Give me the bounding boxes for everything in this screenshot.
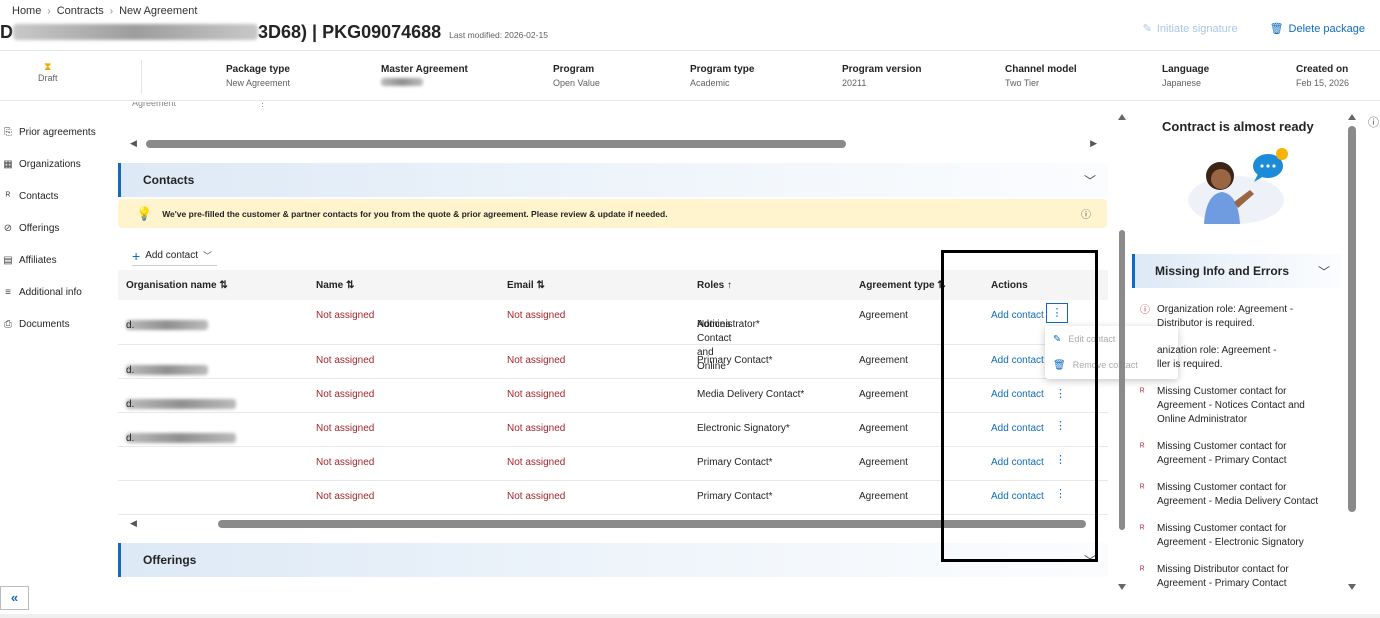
divider xyxy=(0,50,1380,51)
section-nav: ⎘ Prior agreements ▦ Organizations ᴿ Contac… xyxy=(0,116,110,340)
people-icon: ᴿ xyxy=(5,190,11,202)
nav-offerings[interactable]: ⊘ Offerings xyxy=(0,212,110,244)
affiliates-icon: ▤ xyxy=(3,254,13,266)
nav-organizations[interactable]: ▦ Organizations xyxy=(0,148,110,180)
missing-contact-icon: ᴿ xyxy=(1140,442,1145,453)
breadcrumb-home[interactable]: Home xyxy=(12,5,41,17)
offering-icon: ⊘ xyxy=(3,222,13,234)
package-info-bar: ⧗ Draft Package type New Agreement Master… xyxy=(0,52,1380,100)
history-icon: ⎘ xyxy=(4,126,12,138)
error-circle-icon: ⓘ xyxy=(1140,305,1150,316)
scroll-right-icon[interactable]: ▶ xyxy=(1090,138,1097,149)
redacted-org-name xyxy=(126,399,236,409)
support-agent-illustration xyxy=(1188,148,1288,224)
info-package-type: Package type New Agreement xyxy=(226,64,291,88)
header-actions: ✎ Initiate signature 🗑 Delete package xyxy=(1142,22,1365,36)
add-contact-button[interactable]: + Add contact ﹀ xyxy=(132,249,217,266)
panel-vertical-scrollbar[interactable] xyxy=(1346,112,1358,596)
nav-affiliates[interactable]: ▤ Affiliates xyxy=(0,244,110,276)
horizontal-scrollbar[interactable]: ◀ ▶ xyxy=(126,137,1101,151)
chevron-right-icon: › xyxy=(47,5,51,17)
info-channel-model: Channel model Two Tier xyxy=(1005,64,1077,88)
nav-documents[interactable]: ⎙ Documents xyxy=(0,308,110,340)
info-program: Program Open Value xyxy=(553,64,600,88)
info-program-type: Program type Academic xyxy=(690,64,755,88)
divider xyxy=(0,100,1380,101)
nav-contacts[interactable]: ᴿ Contacts xyxy=(0,180,110,212)
redacted-org-name xyxy=(126,365,208,375)
page-title-row: D 3D68) | PKG09074688 Last modified: 2026… xyxy=(0,22,548,43)
initiate-signature-button[interactable]: ✎ Initiate signature xyxy=(1142,22,1238,36)
error-item[interactable]: ᴿ Missing Customer contact for Agreement -… xyxy=(1140,385,1340,427)
missing-contact-icon: ᴿ xyxy=(1140,565,1145,576)
info-language: Language Japanese xyxy=(1162,64,1210,88)
redacted-customer-name xyxy=(13,24,258,40)
hourglass-icon: ⧗ xyxy=(43,61,52,73)
chevron-down-icon[interactable]: ﹀ xyxy=(1318,263,1330,280)
documents-icon: ⎙ xyxy=(4,318,12,330)
col-name[interactable]: Name ⇅ xyxy=(316,280,354,291)
contacts-section-header[interactable]: Contacts ﹀ xyxy=(118,163,1108,197)
redacted-master-agreement xyxy=(381,78,423,86)
trash-icon: 🗑 xyxy=(1269,23,1284,35)
status-badge: ⧗ Draft xyxy=(38,61,58,84)
info-program-version: Program version 20211 xyxy=(842,64,922,88)
vertical-scrollbar[interactable] xyxy=(1117,112,1127,594)
chevron-right-icon: › xyxy=(109,5,114,17)
last-modified: Last modified: 2026-02-15 xyxy=(449,30,548,40)
chevron-down-icon[interactable]: ﹀ xyxy=(1084,172,1096,189)
breadcrumb-contracts[interactable]: Contracts xyxy=(57,5,104,17)
chevron-down-icon: ﹀ xyxy=(203,251,213,261)
redacted-org-name xyxy=(126,320,208,330)
nav-additional-info[interactable]: ≡ Additional info xyxy=(0,276,110,308)
footer-bar xyxy=(0,614,1380,618)
delete-package-button[interactable]: 🗑 Delete package xyxy=(1269,22,1365,36)
error-item[interactable]: ⓘ Organization role: Agreement - Distribut… xyxy=(1140,303,1340,331)
page-title: D 3D68) | PKG09074688 xyxy=(0,22,442,42)
col-agreement-type[interactable]: Agreement type ⇅ xyxy=(859,280,946,291)
info-master-agreement: Master Agreement xyxy=(381,64,468,88)
prefill-info-banner: 💡 We've pre-filled the customer & partne… xyxy=(118,199,1107,228)
building-icon: ▦ xyxy=(3,158,13,170)
error-item[interactable]: ᴿ Missing Customer contact for Agreement -… xyxy=(1140,522,1340,550)
missing-contact-icon: ᴿ xyxy=(1140,483,1145,494)
error-item[interactable]: ᴿ Missing Customer contact for Agreement -… xyxy=(1140,481,1340,509)
ready-title: Contract is almost ready xyxy=(1162,119,1314,134)
col-roles[interactable]: Roles ↑ xyxy=(697,280,732,291)
breadcrumb-new-agreement: New Agreement xyxy=(119,5,198,17)
scroll-left-icon[interactable]: ◀ xyxy=(130,138,137,149)
signature-icon: ✎ xyxy=(1142,23,1152,35)
missing-contact-icon: ᴿ xyxy=(1140,524,1145,535)
divider xyxy=(141,60,142,94)
error-item[interactable]: ᴿ Missing Distributor contact for Agreemen… xyxy=(1140,563,1340,591)
redacted-org-name xyxy=(126,433,236,443)
info-icon[interactable]: ⓘ xyxy=(1368,114,1379,130)
list-icon: ≡ xyxy=(5,286,11,298)
lightbulb-icon: 💡 xyxy=(136,205,153,221)
previous-table-row-partial: Agreement ⋮ xyxy=(132,102,267,108)
collapse-nav-button[interactable]: « xyxy=(0,586,29,610)
highlight-box xyxy=(941,250,1098,562)
error-item[interactable]: ᴿ Missing Customer contact for Agreement -… xyxy=(1140,440,1340,468)
breadcrumb: Home › Contracts › New Agreement xyxy=(12,5,197,17)
plus-icon: + xyxy=(132,247,141,264)
info-icon[interactable]: ⓘ xyxy=(1081,206,1091,221)
scroll-left-icon[interactable]: ◀ xyxy=(130,518,137,529)
readiness-panel: Contract is almost ready Missing Info an… xyxy=(1132,108,1342,598)
nav-prior-agreements[interactable]: ⎘ Prior agreements xyxy=(0,116,110,148)
col-email[interactable]: Email ⇅ xyxy=(507,280,545,291)
info-created-on: Created on Feb 15, 2026 xyxy=(1296,64,1350,88)
missing-contact-icon: ᴿ xyxy=(1140,387,1145,398)
missing-info-header[interactable]: Missing Info and Errors ﹀ xyxy=(1132,254,1342,288)
col-organisation[interactable]: Organisation name ⇅ xyxy=(126,280,228,291)
error-item[interactable]: anization role: Agreement - ller is requi… xyxy=(1140,344,1340,372)
scrollbar-thumb[interactable] xyxy=(146,140,846,148)
